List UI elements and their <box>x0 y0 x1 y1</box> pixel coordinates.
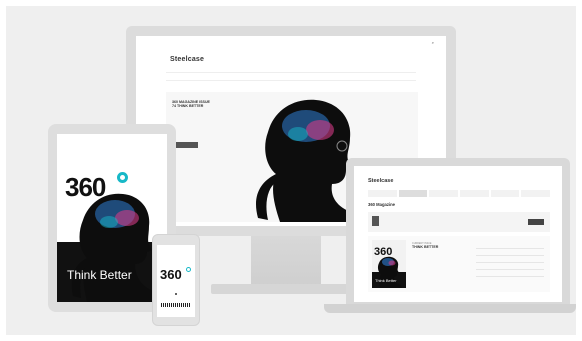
laptop-article-list <box>476 242 544 277</box>
laptop-nav-item[interactable] <box>460 190 489 197</box>
laptop-nav-item[interactable] <box>368 190 397 197</box>
laptop-title-text: 360 Magazine <box>368 202 395 207</box>
banner-thumbnail <box>372 216 379 226</box>
degree-ring-icon <box>186 267 191 272</box>
hero-title: 360 MAGAZINE ISSUE 74 THINK BETTER <box>172 100 210 109</box>
monitor-stand-base <box>211 284 361 294</box>
article-list-item[interactable] <box>476 270 544 277</box>
search-icon[interactable]: ⌕ <box>432 40 434 45</box>
laptop-nav-item-active[interactable] <box>398 190 428 197</box>
cover-headline: Think Better <box>375 278 397 283</box>
dot-icon <box>175 293 177 295</box>
tablet-headline: Think Better <box>67 268 132 282</box>
laptop-page-title: 360 Magazine <box>368 202 395 207</box>
tablet-silhouette-image <box>57 193 167 302</box>
desktop-logo[interactable]: Steelcase <box>170 56 204 63</box>
article-list-item[interactable] <box>476 263 544 270</box>
monitor-stand-neck <box>251 236 321 286</box>
phone-device: 360 <box>152 234 200 326</box>
issue-title[interactable]: THINK BETTER <box>412 245 438 249</box>
desktop-topbar: ⌕ <box>136 36 446 48</box>
article-list-item[interactable] <box>476 249 544 256</box>
degree-ring-icon <box>117 172 128 183</box>
laptop-nav-item[interactable] <box>490 190 520 197</box>
laptop-screen: Steelcase 360 Magazine 360 Think Better … <box>354 166 562 302</box>
tablet-screen: 360 Think Better <box>57 134 167 302</box>
laptop-issue-info: CURRENT ISSUE THINK BETTER <box>412 242 438 249</box>
banner-logo[interactable] <box>528 219 544 225</box>
laptop-nav-item[interactable] <box>429 190 459 197</box>
device-showcase: ⌕ Steelcase 360 MAGAZINE ISSUE 74 THINK … <box>6 6 576 335</box>
barcode-strip <box>161 303 191 307</box>
laptop-banner <box>368 212 550 232</box>
phone-screen: 360 <box>157 245 195 317</box>
laptop-main-panel: 360 Think Better CURRENT ISSUE THINK BET… <box>368 236 550 292</box>
laptop-magazine-cover[interactable]: 360 Think Better <box>372 240 406 288</box>
laptop-base <box>324 304 576 313</box>
laptop-nav-item[interactable] <box>521 190 551 197</box>
article-list-item[interactable] <box>476 256 544 263</box>
phone-brand-360: 360 <box>160 267 182 282</box>
hero-text: 360 MAGAZINE ISSUE 74 THINK BETTER <box>172 100 214 111</box>
laptop-logo[interactable]: Steelcase <box>368 178 393 184</box>
desktop-nav <box>166 72 416 81</box>
laptop-nav <box>368 190 551 197</box>
laptop-lid: Steelcase 360 Magazine 360 Think Better … <box>346 158 570 306</box>
article-list-item[interactable] <box>476 242 544 249</box>
